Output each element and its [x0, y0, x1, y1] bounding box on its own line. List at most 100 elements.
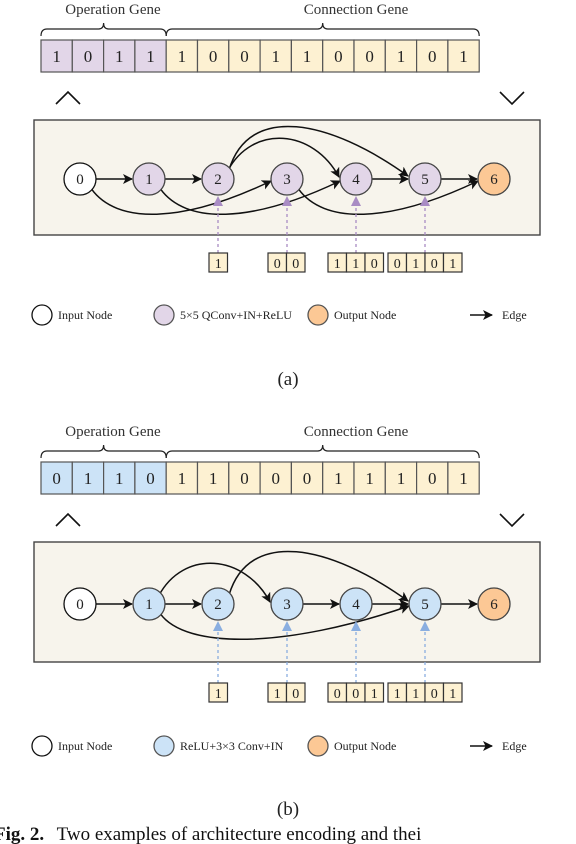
connection-group-node-4: 001: [327, 682, 385, 703]
chevron-down-icon: [499, 91, 525, 106]
legend: Input Node 5×5 QConv+IN+ReLU Output Node Ed…: [31, 304, 527, 326]
legend-label: 5×5 QConv+IN+ReLU: [180, 308, 292, 322]
operation-gene-cell: 1: [102, 39, 136, 73]
node-label: 3: [283, 597, 291, 613]
node-label: 5: [421, 172, 429, 188]
connection-group-bit: 1: [449, 257, 456, 272]
gene-bit: 0: [272, 469, 281, 488]
connection-gene-cell: 0: [290, 461, 324, 495]
connection-gene-label: Connection Gene: [304, 424, 409, 440]
operation-gene-label: Operation Gene: [65, 424, 161, 440]
node-label: 0: [76, 597, 84, 613]
node-label: 1: [145, 597, 153, 613]
operation-gene-cell: 1: [102, 461, 136, 495]
connection-gene-cell: 0: [322, 39, 355, 73]
gene-bit: 1: [52, 47, 61, 66]
node-1: 1: [132, 587, 166, 621]
connection-gene-brace: [165, 22, 480, 37]
legend-output-node-icon: [307, 735, 329, 757]
connection-group-bit: 1: [371, 687, 378, 702]
legend-label: Edge: [502, 308, 527, 322]
connection-group-bit: 0: [292, 687, 299, 702]
connection-gene-brace: [165, 444, 480, 459]
connection-gene-cell: 0: [353, 39, 386, 73]
connection-group-bit: 1: [394, 687, 401, 702]
gene-bit: 0: [428, 469, 437, 488]
connection-group-bit: 0: [371, 257, 378, 272]
node-label: 4: [352, 172, 360, 188]
gene-bit: 0: [428, 47, 437, 66]
connection-group-bit: 1: [334, 257, 341, 272]
legend-input-node-icon: [31, 304, 53, 326]
node-label: 5: [421, 597, 429, 613]
caption-text: Two examples of architecture encoding an…: [57, 824, 422, 844]
gene-bit: 0: [240, 469, 249, 488]
gene-bit: 1: [209, 469, 218, 488]
node-label: 4: [352, 597, 360, 613]
operation-gene-cell: 1: [134, 39, 167, 73]
legend-input-node-icon: [31, 735, 53, 757]
connection-group-bit: 1: [412, 257, 419, 272]
connection-gene-cell: 1: [447, 461, 480, 495]
connection-group-node-3: 00: [267, 252, 306, 273]
node-5: 5: [408, 587, 442, 621]
figure-caption: Fig. 2. Two examples of architecture enc…: [0, 824, 421, 844]
legend-op-node-icon: [153, 304, 175, 326]
node-4: 4: [339, 587, 373, 621]
legend-label: Input Node: [58, 739, 112, 753]
connection-group-node-5: 0101: [387, 252, 463, 273]
connection-group-node-5: 1101: [387, 682, 463, 703]
node-label: 3: [283, 172, 291, 188]
gene-bit: 1: [303, 47, 312, 66]
connection-group-bit: 0: [274, 257, 281, 272]
gene-bit: 1: [272, 47, 281, 66]
connection-group-bit: 1: [215, 687, 222, 702]
node-2: 2: [201, 162, 235, 196]
node-label: 6: [490, 172, 498, 188]
connection-gene-cell: 0: [416, 39, 449, 73]
connection-group-node-4: 110: [327, 252, 385, 273]
connection-group-bit: 1: [215, 257, 222, 272]
node-3: 3: [270, 162, 304, 196]
gene-bit: 1: [397, 47, 406, 66]
connection-gene-cell: 1: [384, 39, 418, 73]
connection-group-bit: 0: [352, 687, 359, 702]
connection-gene-cell: 1: [447, 39, 480, 73]
connection-group-bit: 0: [292, 257, 299, 272]
gene-bit: 0: [209, 47, 218, 66]
caption-prefix: Fig. 2.: [0, 824, 44, 844]
legend-op-node-icon: [153, 735, 175, 757]
figure: Operation Gene Connection Gene1 0 1 1 1 0 0 1 1 0 0…: [0, 2, 541, 844]
connection-group-bit: 1: [352, 257, 359, 272]
connection-gene-label: Connection Gene: [304, 2, 409, 18]
legend: Input Node ReLU+3×3 Conv+IN Output Node Edg…: [31, 735, 527, 757]
chevron-up-icon: [55, 512, 81, 527]
legend-label: ReLU+3×3 Conv+IN: [180, 739, 284, 753]
connection-group-node-2: 1: [208, 682, 229, 703]
gene-bit: 0: [240, 47, 249, 66]
operation-gene-cell: 0: [71, 39, 105, 73]
node-4: 4: [339, 162, 373, 196]
connection-group-node-3: 10: [267, 682, 306, 703]
connection-gene-cell: 1: [290, 39, 324, 73]
node-6: 6: [477, 587, 511, 621]
connection-gene-cell: 0: [259, 461, 293, 495]
gene-bit: 0: [303, 469, 312, 488]
gene-bit: 1: [146, 47, 155, 66]
legend-label: Output Node: [334, 308, 396, 322]
gene-bit: 0: [146, 469, 155, 488]
connection-gene-cell: 0: [196, 39, 230, 73]
connection-group-bit: 0: [394, 257, 401, 272]
connection-gene-cell: 1: [322, 461, 355, 495]
connection-gene-cell: 0: [416, 461, 449, 495]
gene-bit: 1: [459, 469, 468, 488]
connection-gene-cell: 1: [353, 461, 386, 495]
operation-gene-label: Operation Gene: [65, 2, 161, 18]
connection-gene-cell: 1: [384, 461, 418, 495]
connection-group-node-2: 1: [208, 252, 229, 273]
panel-sub-label: (a): [277, 369, 298, 390]
connection-gene-cell: 0: [228, 461, 261, 495]
panel-a: Operation Gene Connection Gene1 0 1 1 1 0 0 1 1 0 0…: [31, 2, 541, 390]
connection-group-bit: 1: [274, 687, 281, 702]
panel-b: Operation Gene Connection Gene0 1 1 0 1 1 0 0 0 1 1…: [31, 424, 541, 820]
